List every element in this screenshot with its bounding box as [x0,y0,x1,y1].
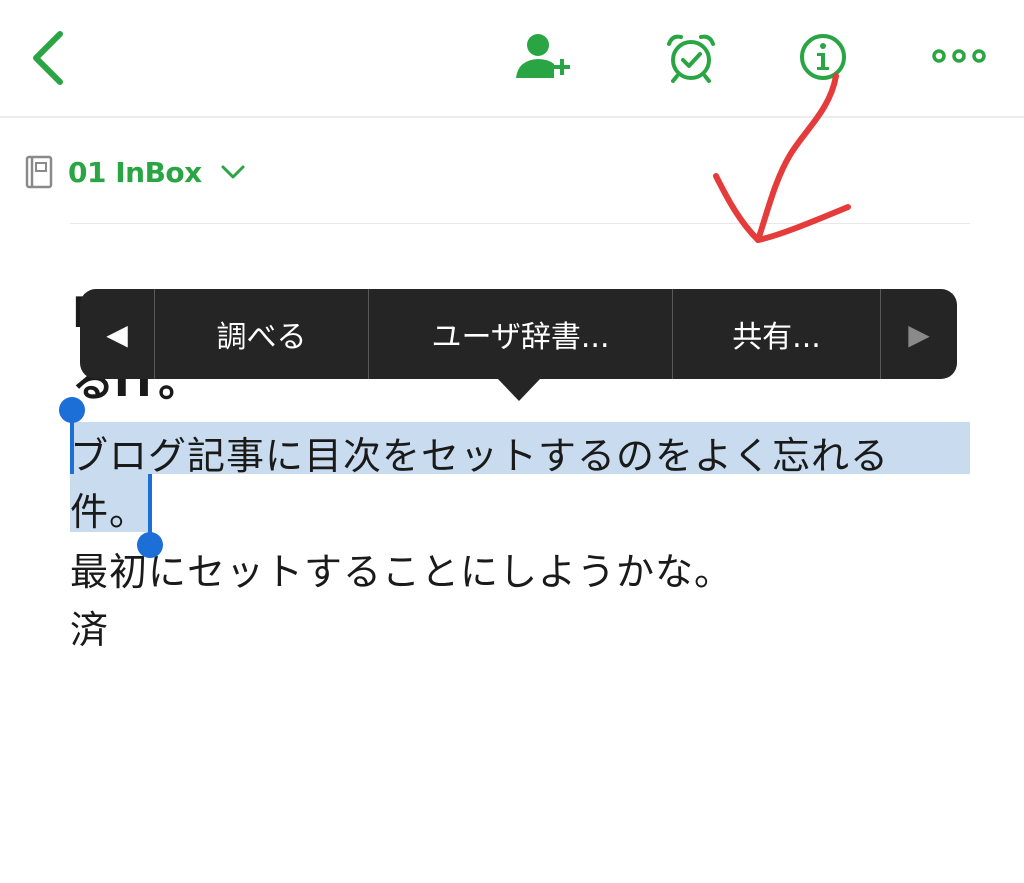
context-menu-share-label: 共有... [732,320,821,355]
note-body-line[interactable]: 最初にセットすることにしようかな。 [70,541,733,596]
add-person-icon [516,34,570,78]
notebook-icon [25,155,53,189]
share-add-person-button[interactable] [514,32,574,82]
context-menu-lookup-label: 調べる [216,320,307,355]
selection-end-handle[interactable] [137,532,163,558]
more-dots-icon [932,49,986,63]
context-menu-prev-button[interactable]: ◀ [80,289,154,379]
toolbar-divider [0,116,1024,118]
reminder-button[interactable] [664,32,718,84]
chevron-down-icon [221,165,245,179]
triangle-left-icon: ◀ [106,317,128,351]
selection-end-caret [148,474,152,534]
note-editor-screen: 01 InBox I るIT。 ブログ記事に目次をセットするのをよく忘れる 件。… [0,0,1024,883]
header-divider [70,223,970,224]
note-body-line[interactable]: 件。 [70,481,148,536]
triangle-right-icon: ▶ [908,317,930,351]
note-info-button[interactable] [798,32,848,82]
context-menu-user-dictionary-label: ユーザ辞書... [431,320,610,355]
more-options-button[interactable] [930,46,988,66]
context-menu-next-button[interactable]: ▶ [881,289,957,379]
selection-start-caret [70,420,74,474]
notebook-name: 01 InBox [68,155,202,189]
notebook-selector[interactable]: 01 InBox [24,150,246,194]
alarm-clock-icon [667,34,715,83]
note-body-line[interactable]: 済 [70,599,109,654]
context-menu-user-dictionary[interactable]: ユーザ辞書... [369,289,672,379]
text-context-menu: ◀ 調べる ユーザ辞書... 共有... ▶ [80,289,957,379]
context-menu-share[interactable]: 共有... [673,289,880,379]
back-button[interactable] [28,30,72,86]
note-body-line[interactable]: ブログ記事に目次をセットするのをよく忘れる [70,425,889,480]
context-menu-pointer [498,379,540,401]
info-icon [800,34,846,80]
context-menu-lookup[interactable]: 調べる [155,289,368,379]
chevron-left-icon [33,31,63,85]
top-toolbar [0,0,1024,116]
